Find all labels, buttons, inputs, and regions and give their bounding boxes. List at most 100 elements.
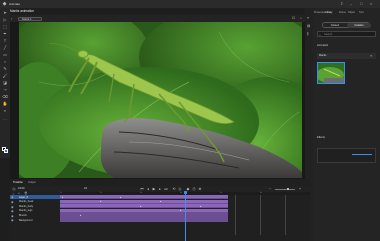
back-arrow-icon[interactable]: ‹ [11,16,12,21]
brush-tool-icon[interactable]: 🖌 [2,73,8,79]
panel-tabs: Properties Library Frame Object Tool [313,10,380,16]
document-tab[interactable]: Mantis animation [10,9,34,13]
first-frame-icon[interactable]: ⏮ [140,187,144,191]
tab-output[interactable]: Output [28,181,36,184]
tab-tool[interactable]: Tool [359,11,363,14]
layer-name: Mantis_body [19,204,34,208]
section-effects[interactable]: Effects [317,136,325,139]
last-frame-icon[interactable]: ⏭ [164,187,168,191]
edit-bar: ‹ Scene 1 ⊡ ⌕ [10,15,310,22]
ruler-tick: 4s [180,192,182,195]
keyframe[interactable] [61,196,64,198]
layer-list: ◉ Layer_6 ◉ Mantis_head ◉ Mantis_body ◉ … [10,195,60,241]
visibility-icon[interactable]: ◉ [11,218,14,222]
track-span[interactable] [60,218,228,223]
track-span[interactable] [60,204,228,209]
share-icon[interactable]: ⇧ [340,2,344,6]
step-back-icon[interactable]: ◂ [146,187,150,191]
line-tool-icon[interactable]: ╱ [2,45,8,51]
search-placeholder: Search [324,33,333,37]
onion-skin-icon[interactable]: ◎ [178,187,182,191]
layer-row[interactable]: ◉ Mantis_legs [10,209,60,213]
fit-screen-icon[interactable]: ⊡ [292,16,295,20]
tab-timeline[interactable]: Timeline [13,181,23,184]
layer-row[interactable]: ◉ Mantis_head [10,200,60,204]
search-icon: ⌕ [319,32,322,37]
track-span[interactable] [60,213,228,218]
frame-readout[interactable]: 24 [84,187,87,190]
track-span[interactable] [60,208,228,213]
layer-row[interactable]: ◉ Mantis_body [10,204,60,209]
app-title: Animate [9,2,21,7]
step-forward-icon[interactable]: ▸ [158,187,162,191]
oval-tool-icon[interactable]: ○ [2,59,8,65]
tab-library[interactable]: Library [325,11,332,14]
zoom-out-icon[interactable]: − [268,187,272,191]
selection-tool-icon[interactable]: ➤ [2,10,8,16]
fill-color-swatch[interactable] [4,149,8,153]
zoom-tool-icon[interactable]: ⌕ [2,108,8,114]
frame-tracks[interactable] [60,191,310,241]
close-icon[interactable]: × [370,2,374,6]
hand-tool-icon[interactable]: ✋ [2,101,8,107]
eyedropper-tool-icon[interactable]: ⊸ [2,87,8,93]
tab-properties[interactable]: Properties [314,11,325,14]
mantis-photo [19,22,302,178]
tools-panel: ➤ ▷ ⬚ ✒ T ╱ ▭ ○ ✎ 🖌 ◪ ⊸ ⌫ ✋ ⌕ … [0,8,10,158]
more-tools-icon[interactable]: … [2,116,8,122]
layer-name: Mantis_head [19,200,34,204]
free-transform-tool-icon[interactable]: ⬚ [2,24,8,30]
app-logo-icon: ◆ [2,0,7,7]
timeline-panel: Timeline Output ◷ 24.00 24 ⏮ ◂ ▶ ▸ ⏭ ⟲ ◎… [10,179,310,241]
ruler-tick: 3s [140,192,142,195]
preset-row[interactable]: Mantis ⏷ [317,53,376,59]
rectangle-tool-icon[interactable]: ▭ [2,52,8,58]
layer-row[interactable]: ◉ Background [10,218,60,222]
zoom-in-icon[interactable]: + [298,187,302,191]
tab-object[interactable]: Object [348,11,355,14]
layer-row[interactable]: ◉ Branch [10,213,60,218]
minimize-icon[interactable]: – [350,2,354,6]
camera-icon[interactable]: ⎙ [192,187,196,191]
track-span[interactable] [60,195,228,200]
thumbnail-image [318,63,344,83]
filter-icon[interactable]: ⏷ [370,54,372,58]
keyframe[interactable] [119,196,122,198]
default-button[interactable]: Default [323,23,347,28]
effects-link[interactable] [352,154,372,155]
layer-name: Branch [19,213,27,217]
play-icon[interactable]: ▶ [152,187,156,191]
fps-icon: ◷ [12,187,16,191]
library-icon[interactable]: ▤ [307,24,310,28]
right-panel: Properties Library Frame Object Tool Def… [313,8,380,241]
pen-tool-icon[interactable]: ✒ [2,31,8,37]
paint-bucket-tool-icon[interactable]: ◪ [2,80,8,86]
zoom-icon[interactable]: ⌕ [300,16,302,20]
fps-readout[interactable]: 24.00 [18,187,25,190]
align-icon[interactable]: ⫼ [307,32,309,36]
center-playhead-icon[interactable]: ⊕ [198,187,202,191]
preset-item-label: Mantis [319,54,327,58]
eraser-tool-icon[interactable]: ⌫ [2,94,8,100]
subselection-tool-icon[interactable]: ▷ [2,17,8,23]
playhead[interactable] [185,191,186,241]
pencil-tool-icon[interactable]: ✎ [2,66,8,72]
zoom-slider[interactable] [275,189,295,190]
scene-label: Scene 1 [22,17,32,21]
custom-button[interactable]: Custom [347,23,371,29]
layer-row[interactable]: ◉ Layer_6 [10,195,60,199]
loop-icon[interactable]: ⟲ [172,187,176,191]
maximize-icon[interactable]: □ [360,2,364,6]
preset-thumbnail[interactable] [317,62,345,84]
text-tool-icon[interactable]: T [2,38,8,44]
stage-artboard[interactable] [19,22,302,178]
track-span[interactable] [60,199,228,204]
app-header: ◆ Animate ⇧ – □ × [0,0,380,8]
section-animated[interactable]: Animated [317,44,328,47]
properties-icon[interactable]: ≡ [307,16,309,20]
scene-selector[interactable]: Scene 1 [18,16,42,21]
tab-frame[interactable]: Frame [339,11,346,14]
preset-toggle: Default Custom [322,22,371,29]
ruler-tick: 1s [60,192,62,195]
search-field[interactable]: ⌕ Search [317,31,376,37]
